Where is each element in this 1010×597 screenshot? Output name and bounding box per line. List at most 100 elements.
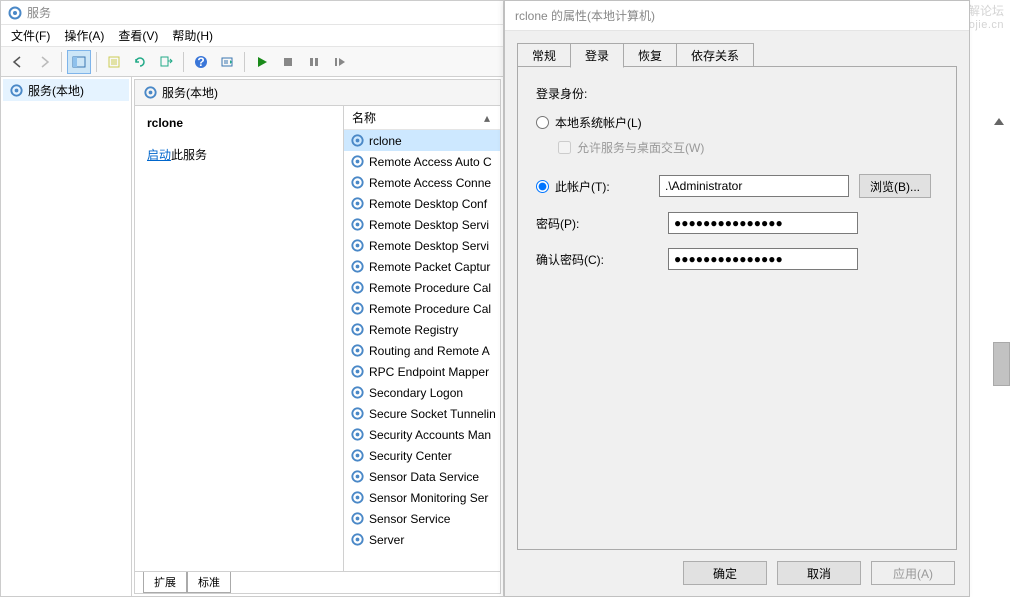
- menubar: 文件(F) 操作(A) 查看(V) 帮助(H): [1, 25, 503, 47]
- properties-button[interactable]: [102, 50, 126, 74]
- gear-icon: [350, 427, 365, 442]
- list-item[interactable]: Remote Procedure Cal: [344, 277, 500, 298]
- gear-icon: [350, 322, 365, 337]
- menu-view[interactable]: 查看(V): [112, 25, 164, 46]
- service-action-text: 此服务: [171, 148, 207, 162]
- help-button[interactable]: ?: [189, 50, 213, 74]
- list-item[interactable]: rclone: [344, 130, 500, 151]
- service-row-label: Secure Socket Tunnelin: [369, 407, 496, 421]
- this-account-label: 此帐户(T):: [555, 178, 659, 195]
- gear-icon: [350, 364, 365, 379]
- list-item[interactable]: Remote Packet Captur: [344, 256, 500, 277]
- gear-icon: [350, 343, 365, 358]
- services-list[interactable]: rcloneRemote Access Auto C Remote Access …: [344, 130, 500, 571]
- list-item[interactable]: Remote Procedure Cal: [344, 298, 500, 319]
- service-row-label: Remote Registry: [369, 323, 458, 337]
- start-service-button[interactable]: [250, 50, 274, 74]
- gear-icon: [350, 511, 365, 526]
- scroll-up-icon[interactable]: [994, 118, 1004, 125]
- radio-local-system-row: 本地系统帐户(L): [536, 114, 938, 131]
- export-button[interactable]: [154, 50, 178, 74]
- list-item[interactable]: Routing and Remote A: [344, 340, 500, 361]
- gear-icon: [143, 85, 158, 100]
- content-split: rclone 启动此服务 名称 ▴ rcloneRemote Access Au…: [135, 106, 500, 571]
- checkbox-allow-interact: [558, 141, 571, 154]
- confirm-input[interactable]: [668, 248, 858, 270]
- tree-pane: 服务(本地): [1, 77, 132, 596]
- account-input[interactable]: [659, 175, 849, 197]
- list-item[interactable]: RPC Endpoint Mapper: [344, 361, 500, 382]
- gear-icon: [350, 175, 365, 190]
- tab-standard[interactable]: 标准: [187, 572, 231, 593]
- gear-icon: [350, 385, 365, 400]
- list-item[interactable]: Secondary Logon: [344, 382, 500, 403]
- toolbar: ?: [1, 47, 503, 77]
- nav-forward-button[interactable]: [32, 50, 56, 74]
- cancel-button[interactable]: 取消: [777, 561, 861, 585]
- list-item[interactable]: Remote Registry: [344, 319, 500, 340]
- service-row-label: Remote Access Conne: [369, 176, 491, 190]
- bottom-tabs: 扩展 标准: [135, 571, 500, 593]
- list-item[interactable]: Remote Desktop Servi: [344, 214, 500, 235]
- tree-item-services-local[interactable]: 服务(本地): [3, 79, 129, 101]
- form-heading: 登录身份:: [536, 85, 938, 102]
- service-row-label: Sensor Service: [369, 512, 450, 526]
- list-item[interactable]: Security Center: [344, 445, 500, 466]
- svg-text:?: ?: [197, 55, 204, 69]
- tab-recovery[interactable]: 恢复: [623, 43, 677, 67]
- toolbar-separator: [183, 52, 184, 72]
- refresh-button[interactable]: [128, 50, 152, 74]
- dialog-tabs: 常规 登录 恢复 依存关系: [517, 43, 957, 67]
- service-row-label: Sensor Monitoring Ser: [369, 491, 488, 505]
- properties-dialog: rclone 的属性(本地计算机) 常规 登录 恢复 依存关系 登录身份: 本地…: [504, 0, 970, 597]
- start-service-link[interactable]: 启动: [147, 148, 171, 162]
- list-pane: 名称 ▴ rcloneRemote Access Auto C Remote Ac…: [344, 106, 500, 571]
- gear-icon: [350, 406, 365, 421]
- tab-logon[interactable]: 登录: [570, 43, 624, 68]
- password-input[interactable]: [668, 212, 858, 234]
- gear-icon: [9, 83, 24, 98]
- list-item[interactable]: Remote Access Conne: [344, 172, 500, 193]
- list-item[interactable]: Sensor Monitoring Ser: [344, 487, 500, 508]
- nav-back-button[interactable]: [6, 50, 30, 74]
- tab-general[interactable]: 常规: [517, 43, 571, 67]
- password-row: 密码(P):: [536, 212, 938, 234]
- window-title: 服务: [27, 4, 51, 21]
- list-item[interactable]: Security Accounts Man: [344, 424, 500, 445]
- menu-file[interactable]: 文件(F): [5, 25, 56, 46]
- menu-action[interactable]: 操作(A): [58, 25, 110, 46]
- column-name[interactable]: 名称 ▴: [344, 106, 500, 129]
- list-item[interactable]: Sensor Data Service: [344, 466, 500, 487]
- radio-local-system-label: 本地系统帐户(L): [555, 114, 642, 131]
- radio-local-system[interactable]: [536, 116, 549, 129]
- radio-this-account[interactable]: [536, 180, 549, 193]
- show-hide-tree-button[interactable]: [67, 50, 91, 74]
- tab-content-logon: 登录身份: 本地系统帐户(L) 允许服务与桌面交互(W) 此帐户(T): 浏览(…: [517, 67, 957, 550]
- list-item[interactable]: Remote Access Auto C: [344, 151, 500, 172]
- detail-pane: rclone 启动此服务: [135, 106, 344, 571]
- right-margin: [970, 22, 1010, 597]
- list-item[interactable]: Server: [344, 529, 500, 550]
- content-header: 服务(本地): [135, 80, 500, 106]
- pause-service-button[interactable]: [302, 50, 326, 74]
- gear-icon: [350, 532, 365, 547]
- body-area: 服务(本地) 服务(本地) rclone 启动此服务 名称: [1, 77, 503, 596]
- list-item[interactable]: Secure Socket Tunnelin: [344, 403, 500, 424]
- menu-help[interactable]: 帮助(H): [166, 25, 219, 46]
- gear-icon: [350, 490, 365, 505]
- service-row-label: Remote Packet Captur: [369, 260, 490, 274]
- list-item[interactable]: Remote Desktop Conf: [344, 193, 500, 214]
- gear-icon: [350, 217, 365, 232]
- list-item[interactable]: Remote Desktop Servi: [344, 235, 500, 256]
- stop-service-button[interactable]: [276, 50, 300, 74]
- toolbar-button[interactable]: [215, 50, 239, 74]
- browse-button[interactable]: 浏览(B)...: [859, 174, 931, 198]
- list-item[interactable]: Sensor Service: [344, 508, 500, 529]
- ok-button[interactable]: 确定: [683, 561, 767, 585]
- restart-service-button[interactable]: [328, 50, 352, 74]
- scrollbar-thumb[interactable]: [993, 342, 1010, 386]
- apply-button[interactable]: 应用(A): [871, 561, 955, 585]
- tab-extended[interactable]: 扩展: [143, 572, 187, 593]
- tab-dependencies[interactable]: 依存关系: [676, 43, 754, 67]
- list-header: 名称 ▴: [344, 106, 500, 130]
